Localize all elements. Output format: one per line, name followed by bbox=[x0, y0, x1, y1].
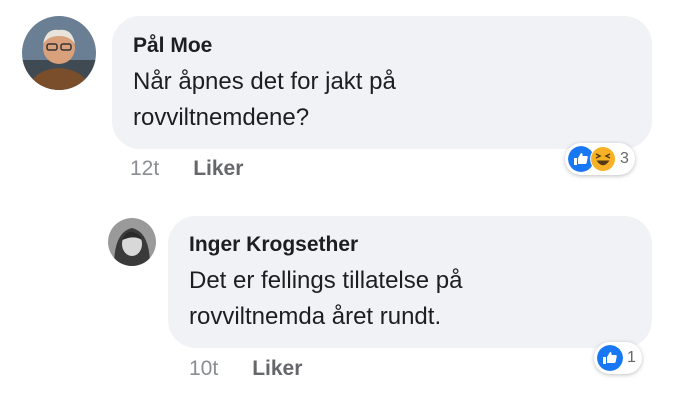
like-link[interactable]: Liker bbox=[252, 357, 302, 380]
comment-author[interactable]: Pål Moe bbox=[133, 34, 212, 58]
reaction-summary[interactable]: 1 bbox=[594, 342, 642, 374]
reaction-count: 3 bbox=[620, 150, 629, 167]
avatar-pal-moe[interactable] bbox=[22, 16, 96, 90]
comment-timestamp[interactable]: 12t bbox=[130, 157, 159, 180]
comment-text-line: Når åpnes det for jakt på bbox=[133, 68, 396, 95]
reply-text-line: Det er fellings tillatelse på bbox=[189, 267, 463, 294]
reaction-summary[interactable]: 3 bbox=[565, 143, 635, 175]
reaction-count: 1 bbox=[627, 349, 636, 366]
reply-text: Det er fellings tillatelse på rovviltnem… bbox=[189, 263, 639, 335]
comment-meta: 12t Liker bbox=[130, 157, 243, 181]
like-link[interactable]: Liker bbox=[193, 157, 243, 180]
comment-text: Når åpnes det for jakt på rovviltnemdene… bbox=[133, 64, 633, 136]
reply-text-line: rovviltnemda året rundt. bbox=[189, 303, 442, 330]
avatar-inger-krogsether[interactable] bbox=[108, 218, 156, 266]
like-icon bbox=[597, 345, 623, 371]
reply-timestamp[interactable]: 10t bbox=[189, 357, 218, 380]
comment-text-line: rovviltnemdene? bbox=[133, 104, 310, 131]
reply-meta: 10t Liker bbox=[189, 357, 302, 381]
reply-author[interactable]: Inger Krogsether bbox=[189, 233, 358, 257]
haha-icon bbox=[590, 146, 616, 172]
